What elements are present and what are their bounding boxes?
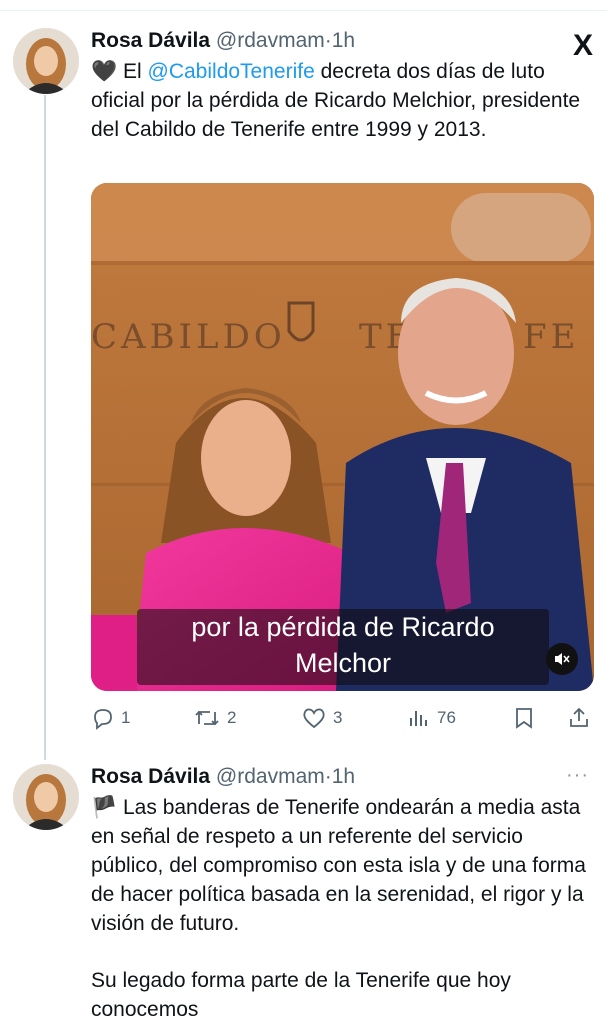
reply-button[interactable]: 1 xyxy=(91,703,130,733)
author-handle[interactable]: @rdavmam xyxy=(216,765,325,788)
top-divider xyxy=(0,0,607,11)
avatar[interactable] xyxy=(13,28,79,94)
scotland-flag-emoji: 🏴 xyxy=(91,796,118,819)
video-media[interactable]: CABILDO TE FE por la pérdida de Ricardo … xyxy=(91,183,594,691)
separator-dot: · xyxy=(324,29,332,52)
repost-button[interactable]: 2 xyxy=(193,703,236,733)
author-handle[interactable]: @rdavmam xyxy=(216,29,325,52)
black-heart-emoji: 🖤 xyxy=(91,60,118,83)
reply-count: 1 xyxy=(121,708,131,727)
tweet-actions: 1 2 3 76 xyxy=(91,703,594,733)
tweet-header: Rosa Dávila @rdavmam·1h xyxy=(91,28,355,54)
mute-button[interactable] xyxy=(546,643,578,675)
like-icon xyxy=(303,708,325,729)
caption-line-2: Melchor xyxy=(294,648,392,678)
repost-icon xyxy=(195,710,219,726)
views-icon xyxy=(410,711,427,726)
author-name[interactable]: Rosa Dávila xyxy=(91,765,210,788)
tweet-paragraph-2: Su legado forma parte de la Tenerife que… xyxy=(91,969,511,1021)
video-caption: por la pérdida de Ricardo Melchor xyxy=(137,609,549,685)
share-icon xyxy=(570,707,588,727)
like-count: 3 xyxy=(333,708,343,727)
tweet-text: 🖤 El @CabildoTenerife decreta dos días d… xyxy=(91,57,591,144)
share-button[interactable] xyxy=(567,703,597,733)
timestamp[interactable]: 1h xyxy=(332,29,355,52)
timestamp[interactable]: 1h xyxy=(332,765,355,788)
author-name[interactable]: Rosa Dávila xyxy=(91,29,210,52)
sign-text-left: CABILDO xyxy=(91,317,286,357)
tweet-paragraph-1: Las banderas de Tenerife ondearán a medi… xyxy=(91,796,586,935)
views-button[interactable]: 76 xyxy=(407,703,456,733)
text-before-mention: El xyxy=(123,60,148,83)
like-button[interactable]: 3 xyxy=(301,703,342,733)
thread-connector-line xyxy=(44,95,46,760)
separator-dot: · xyxy=(324,765,332,788)
view-count: 76 xyxy=(437,708,456,727)
caption-line-1: por la pérdida de Ricardo xyxy=(191,612,495,642)
sign-text-end: FE xyxy=(523,317,579,357)
bookmark-button[interactable] xyxy=(513,703,541,733)
bookmark-icon xyxy=(516,708,532,729)
mute-icon xyxy=(555,653,570,665)
mention-link[interactable]: @CabildoTenerife xyxy=(148,60,315,83)
avatar[interactable] xyxy=(13,764,79,830)
more-icon[interactable]: ··· xyxy=(566,764,589,787)
repost-count: 2 xyxy=(227,708,237,727)
tweet-text: 🏴 Las banderas de Tenerife ondearán a me… xyxy=(91,793,591,938)
reply-icon xyxy=(94,709,112,730)
tweet-header: Rosa Dávila @rdavmam·1h xyxy=(91,764,355,790)
